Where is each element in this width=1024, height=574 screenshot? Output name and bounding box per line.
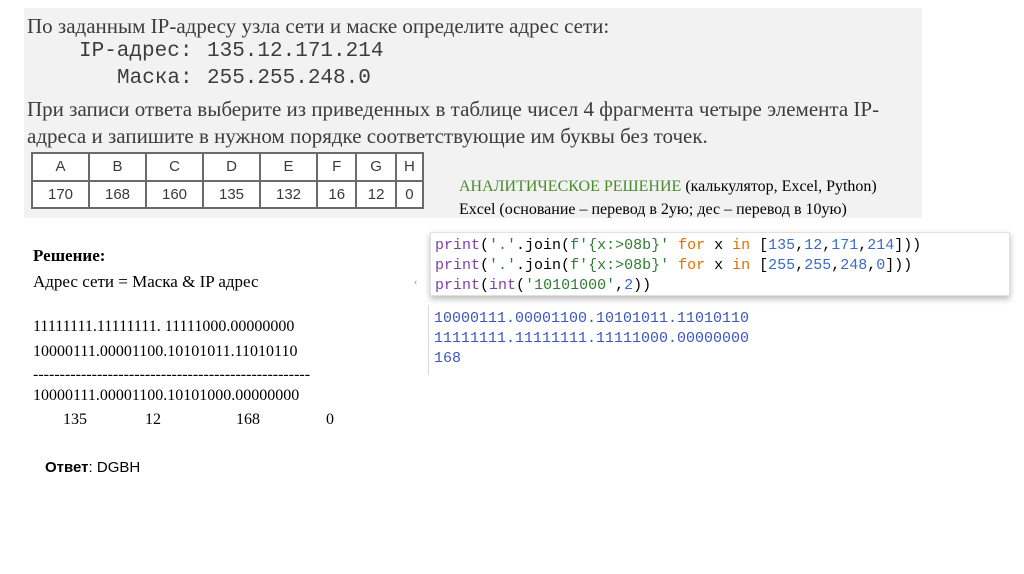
decimal-octet: 0	[326, 411, 334, 428]
output-panel: 10000111.00001100.10101011.11010110 1111…	[428, 305, 809, 375]
answer: Ответ: DGBH	[45, 459, 140, 476]
analytic-title: АНАЛИТИЧЕСКОЕ РЕШЕНИЕ	[459, 178, 682, 195]
table-cell: 132	[259, 179, 318, 209]
ip-value: 135.12.171.214	[207, 40, 384, 63]
table-cell: 16	[315, 179, 358, 209]
choice-table: A B C D E F G H 170 168 160 135 132 16 1…	[31, 152, 425, 209]
table-cell: A	[31, 152, 90, 182]
code-editor[interactable]: print('.'.join(f'{x:>08b}' for x in [135…	[430, 232, 1010, 296]
divider-line: ----------------------------------------…	[33, 366, 311, 383]
table-cell: C	[145, 152, 204, 182]
solution-heading: Решение:	[33, 246, 106, 265]
caret-icon: ‹	[414, 277, 418, 288]
answer-label: Ответ	[45, 459, 89, 476]
table-cell: 0	[394, 179, 425, 209]
table-cell: 170	[31, 179, 90, 209]
table-cell: G	[355, 152, 397, 182]
ip-label: IP-адрес:	[79, 40, 193, 63]
table-value-row: 170 168 160 135 132 16 12 0	[31, 179, 425, 209]
decimal-octet: 168	[236, 411, 260, 428]
mask-value: 255.255.248.0	[207, 67, 371, 90]
table-cell: 168	[88, 179, 147, 209]
table-cell: 135	[202, 179, 261, 209]
table-cell: D	[202, 152, 261, 182]
output-line: 168	[434, 350, 462, 367]
table-cell: F	[315, 152, 358, 182]
decimal-octet: 12	[145, 411, 161, 428]
code-line: print('.'.join(f'{x:>08b}' for x in [135…	[435, 237, 922, 254]
table-cell: 12	[355, 179, 397, 209]
task-statement: По заданным IP-адресу узла сети и маске …	[27, 14, 610, 38]
code-line: print(int('10101000',2))	[435, 277, 652, 294]
mask-binary: 11111111.11111111. 11111000.00000000	[33, 318, 295, 335]
answer-value: : DGBH	[88, 459, 141, 476]
analytic-heading: АНАЛИТИЧЕСКОЕ РЕШЕНИЕ (калькулятор, Exce…	[459, 178, 877, 196]
task-instruction-1: При записи ответа выберите из приведенны…	[27, 97, 880, 121]
table-cell: B	[88, 152, 147, 182]
table-letter-row: A B C D E F G H	[31, 152, 425, 182]
table-cell: 160	[145, 179, 204, 209]
table-cell: E	[259, 152, 318, 182]
mask-label: Маска:	[117, 67, 193, 90]
output-line: 11111111.11111111.11111000.00000000	[434, 330, 750, 347]
output-line: 10000111.00001100.10101011.11010110	[434, 310, 750, 327]
table-cell: H	[394, 152, 425, 182]
task-instruction-2: адреса и запишите в нужном порядке соотв…	[27, 124, 708, 148]
excel-note: Excel (основание – перевод в 2ую; дес – …	[459, 201, 847, 218]
decimal-octet: 135	[63, 411, 87, 428]
result-binary: 10000111.00001100.10101000.00000000	[33, 387, 300, 404]
ip-binary: 10000111.00001100.10101011.11010110	[33, 343, 298, 360]
analytic-tools: (калькулятор, Excel, Python)	[681, 178, 877, 195]
code-line: print('.'.join(f'{x:>08b}' for x in [255…	[435, 257, 913, 274]
solution-formula: Адрес сети = Маска & IP адрес	[33, 272, 259, 291]
